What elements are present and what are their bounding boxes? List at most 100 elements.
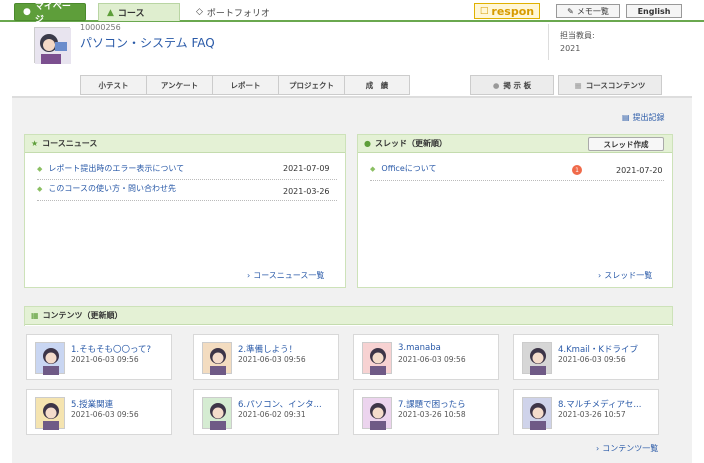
content-title[interactable]: 7.課題で困ったら xyxy=(398,398,466,410)
content-thumbnail xyxy=(522,342,552,375)
divider xyxy=(37,179,337,180)
content-date: 2021-06-02 09:31 xyxy=(238,410,306,419)
course-code: 10000256 xyxy=(80,23,121,32)
divider xyxy=(370,180,664,181)
content-thumbnail xyxy=(522,397,552,430)
document-icon: ▤ xyxy=(622,113,630,122)
contents-list-label: コンテンツ一覧 xyxy=(602,444,659,453)
chevron-right-icon: › xyxy=(247,271,251,280)
content-thumbnail xyxy=(202,397,232,430)
tab-course-contents[interactable]: ▦ コースコンテンツ xyxy=(558,75,662,95)
content-date: 2021-06-03 09:56 xyxy=(238,355,306,364)
content-title[interactable]: 1.そもそも〇〇って? xyxy=(71,343,151,355)
tab-project[interactable]: プロジェクト xyxy=(278,75,344,95)
course-news-list-link[interactable]: › コースニュース一覧 xyxy=(247,270,324,281)
content-card[interactable]: 8.マルチメディアセ... 2021-03-26 10:57 xyxy=(513,389,659,435)
content-title[interactable]: 4.Kmail・Kドライブ xyxy=(558,343,638,355)
bullet-icon: ◆ xyxy=(370,164,376,173)
mypage-tab[interactable]: ● マイページ xyxy=(14,2,86,25)
tab-report[interactable]: レポート xyxy=(212,75,278,95)
content-thumbnail xyxy=(362,397,392,430)
course-news-panel: ★ コースニュース ◆ レポート提出時のエラー表示について 2021-07-09… xyxy=(24,134,346,288)
create-thread-button[interactable]: スレッド作成 xyxy=(588,137,664,151)
content-card[interactable]: 5.授業関連 2021-06-03 09:56 xyxy=(26,389,172,435)
list-item[interactable]: ◆ Officeについて xyxy=(370,163,437,174)
thread-list-link[interactable]: › スレッド一覧 xyxy=(598,270,652,281)
content-card[interactable]: 4.Kmail・Kドライブ 2021-06-03 09:56 xyxy=(513,334,659,380)
chevron-right-icon: › xyxy=(598,271,602,280)
speech-bubble-icon: ● xyxy=(364,139,371,148)
thread-item-date: 2021-07-20 xyxy=(616,166,663,175)
content-card[interactable]: 2.準備しよう！ 2021-06-03 09:56 xyxy=(193,334,339,380)
content-title[interactable]: 3.manaba xyxy=(398,343,441,353)
content-thumbnail xyxy=(362,342,392,375)
tab-grades[interactable]: 成 績 xyxy=(344,75,410,95)
news-item-date: 2021-03-26 xyxy=(283,187,330,196)
portfolio-label: ポートフォリオ xyxy=(206,8,270,19)
tab-quiz[interactable]: 小テスト xyxy=(80,75,146,95)
contents-list-link[interactable]: › コンテンツ一覧 xyxy=(596,443,658,454)
content-card[interactable]: 3.manaba 2021-06-03 09:56 xyxy=(353,334,499,380)
bullet-icon: ◆ xyxy=(37,164,43,173)
chevron-right-icon: › xyxy=(596,444,600,453)
course-year: 2021 xyxy=(560,44,581,53)
respon-button[interactable]: □ respon xyxy=(474,3,540,19)
thread-panel: ● スレッド（更新順） スレッド作成 ◆ Officeについて 1 2021-0… xyxy=(357,134,673,288)
course-header: 10000256 パソコン・システム FAQ 担当教員: 2021 小テスト ア… xyxy=(0,22,704,96)
submission-record-link[interactable]: ▤ 提出記録 xyxy=(622,112,665,123)
header-divider xyxy=(548,24,549,60)
respon-label: respon xyxy=(491,4,535,18)
unread-badge: 1 xyxy=(572,165,582,175)
course-subtabs-right: ● 掲 示 板 ▦ コースコンテンツ xyxy=(470,75,662,95)
tab-bulletin-board[interactable]: ● 掲 示 板 xyxy=(470,75,554,95)
thread-list-label: スレッド一覧 xyxy=(604,271,653,280)
top-nav: ● マイページ ▲ コース ◇ ポートフォリオ □ respon ✎ メモ一覧 … xyxy=(0,0,704,25)
memo-icon: ✎ xyxy=(567,6,574,16)
course-title[interactable]: パソコン・システム FAQ xyxy=(80,34,215,51)
news-icon: ★ xyxy=(31,139,39,148)
course-news-title: コースニュース xyxy=(42,139,98,148)
course-news-list-label: コースニュース一覧 xyxy=(253,271,325,280)
portfolio-tab[interactable]: ◇ ポートフォリオ xyxy=(188,3,278,21)
content-title[interactable]: 6.パソコン、インタ... xyxy=(238,398,322,410)
content-thumbnail xyxy=(202,342,232,375)
content-thumbnail xyxy=(35,397,65,430)
main-area: ▤ 提出記録 ★ コースニュース ◆ レポート提出時のエラー表示について 202… xyxy=(12,96,692,463)
contents-panel: ▦ コンテンツ（更新順） xyxy=(24,306,673,326)
content-title[interactable]: 2.準備しよう！ xyxy=(238,343,297,355)
contents-title: コンテンツ（更新順） xyxy=(42,311,123,320)
content-date: 2021-06-03 09:56 xyxy=(558,355,626,364)
news-item-title[interactable]: このコースの使い方・問い合わせ先 xyxy=(48,183,176,194)
course-avatar xyxy=(34,27,71,64)
memo-list-button[interactable]: ✎ メモ一覧 xyxy=(556,4,620,18)
content-date: 2021-06-03 09:56 xyxy=(71,355,139,364)
teacher-label: 担当教員: xyxy=(560,31,595,40)
user-icon: ● xyxy=(23,7,31,17)
content-date: 2021-06-03 09:56 xyxy=(71,410,139,419)
book-icon: ▦ xyxy=(574,80,582,90)
course-tab[interactable]: ▲ コース xyxy=(98,3,180,21)
contents-header: ▦ コンテンツ（更新順） xyxy=(25,307,672,325)
course-contents-label: コースコンテンツ xyxy=(585,80,646,90)
english-button[interactable]: English xyxy=(626,4,682,18)
content-date: 2021-06-03 09:56 xyxy=(398,355,466,364)
tab-survey[interactable]: アンケート xyxy=(146,75,212,95)
submission-record-label: 提出記録 xyxy=(632,113,665,122)
content-date: 2021-03-26 10:57 xyxy=(558,410,626,419)
content-title[interactable]: 8.マルチメディアセ... xyxy=(558,398,641,410)
content-title[interactable]: 5.授業関連 xyxy=(71,398,113,410)
respon-icon: □ xyxy=(479,6,489,16)
content-card[interactable]: 7.課題で困ったら 2021-03-26 10:58 xyxy=(353,389,499,435)
news-item-title[interactable]: レポート提出時のエラー表示について xyxy=(48,163,184,174)
book-icon: ▦ xyxy=(31,311,39,320)
content-card[interactable]: 6.パソコン、インタ... 2021-06-02 09:31 xyxy=(193,389,339,435)
content-date: 2021-03-26 10:58 xyxy=(398,410,466,419)
divider xyxy=(37,200,337,201)
course-subtabs: 小テスト アンケート レポート プロジェクト 成 績 xyxy=(80,75,410,95)
bullet-icon: ◆ xyxy=(37,184,43,193)
chat-icon: ● xyxy=(492,80,500,90)
thread-item-title[interactable]: Officeについて xyxy=(381,163,436,174)
memo-label: メモ一覧 xyxy=(576,6,609,16)
content-card[interactable]: 1.そもそも〇〇って? 2021-06-03 09:56 xyxy=(26,334,172,380)
course-label: コース xyxy=(117,9,145,19)
